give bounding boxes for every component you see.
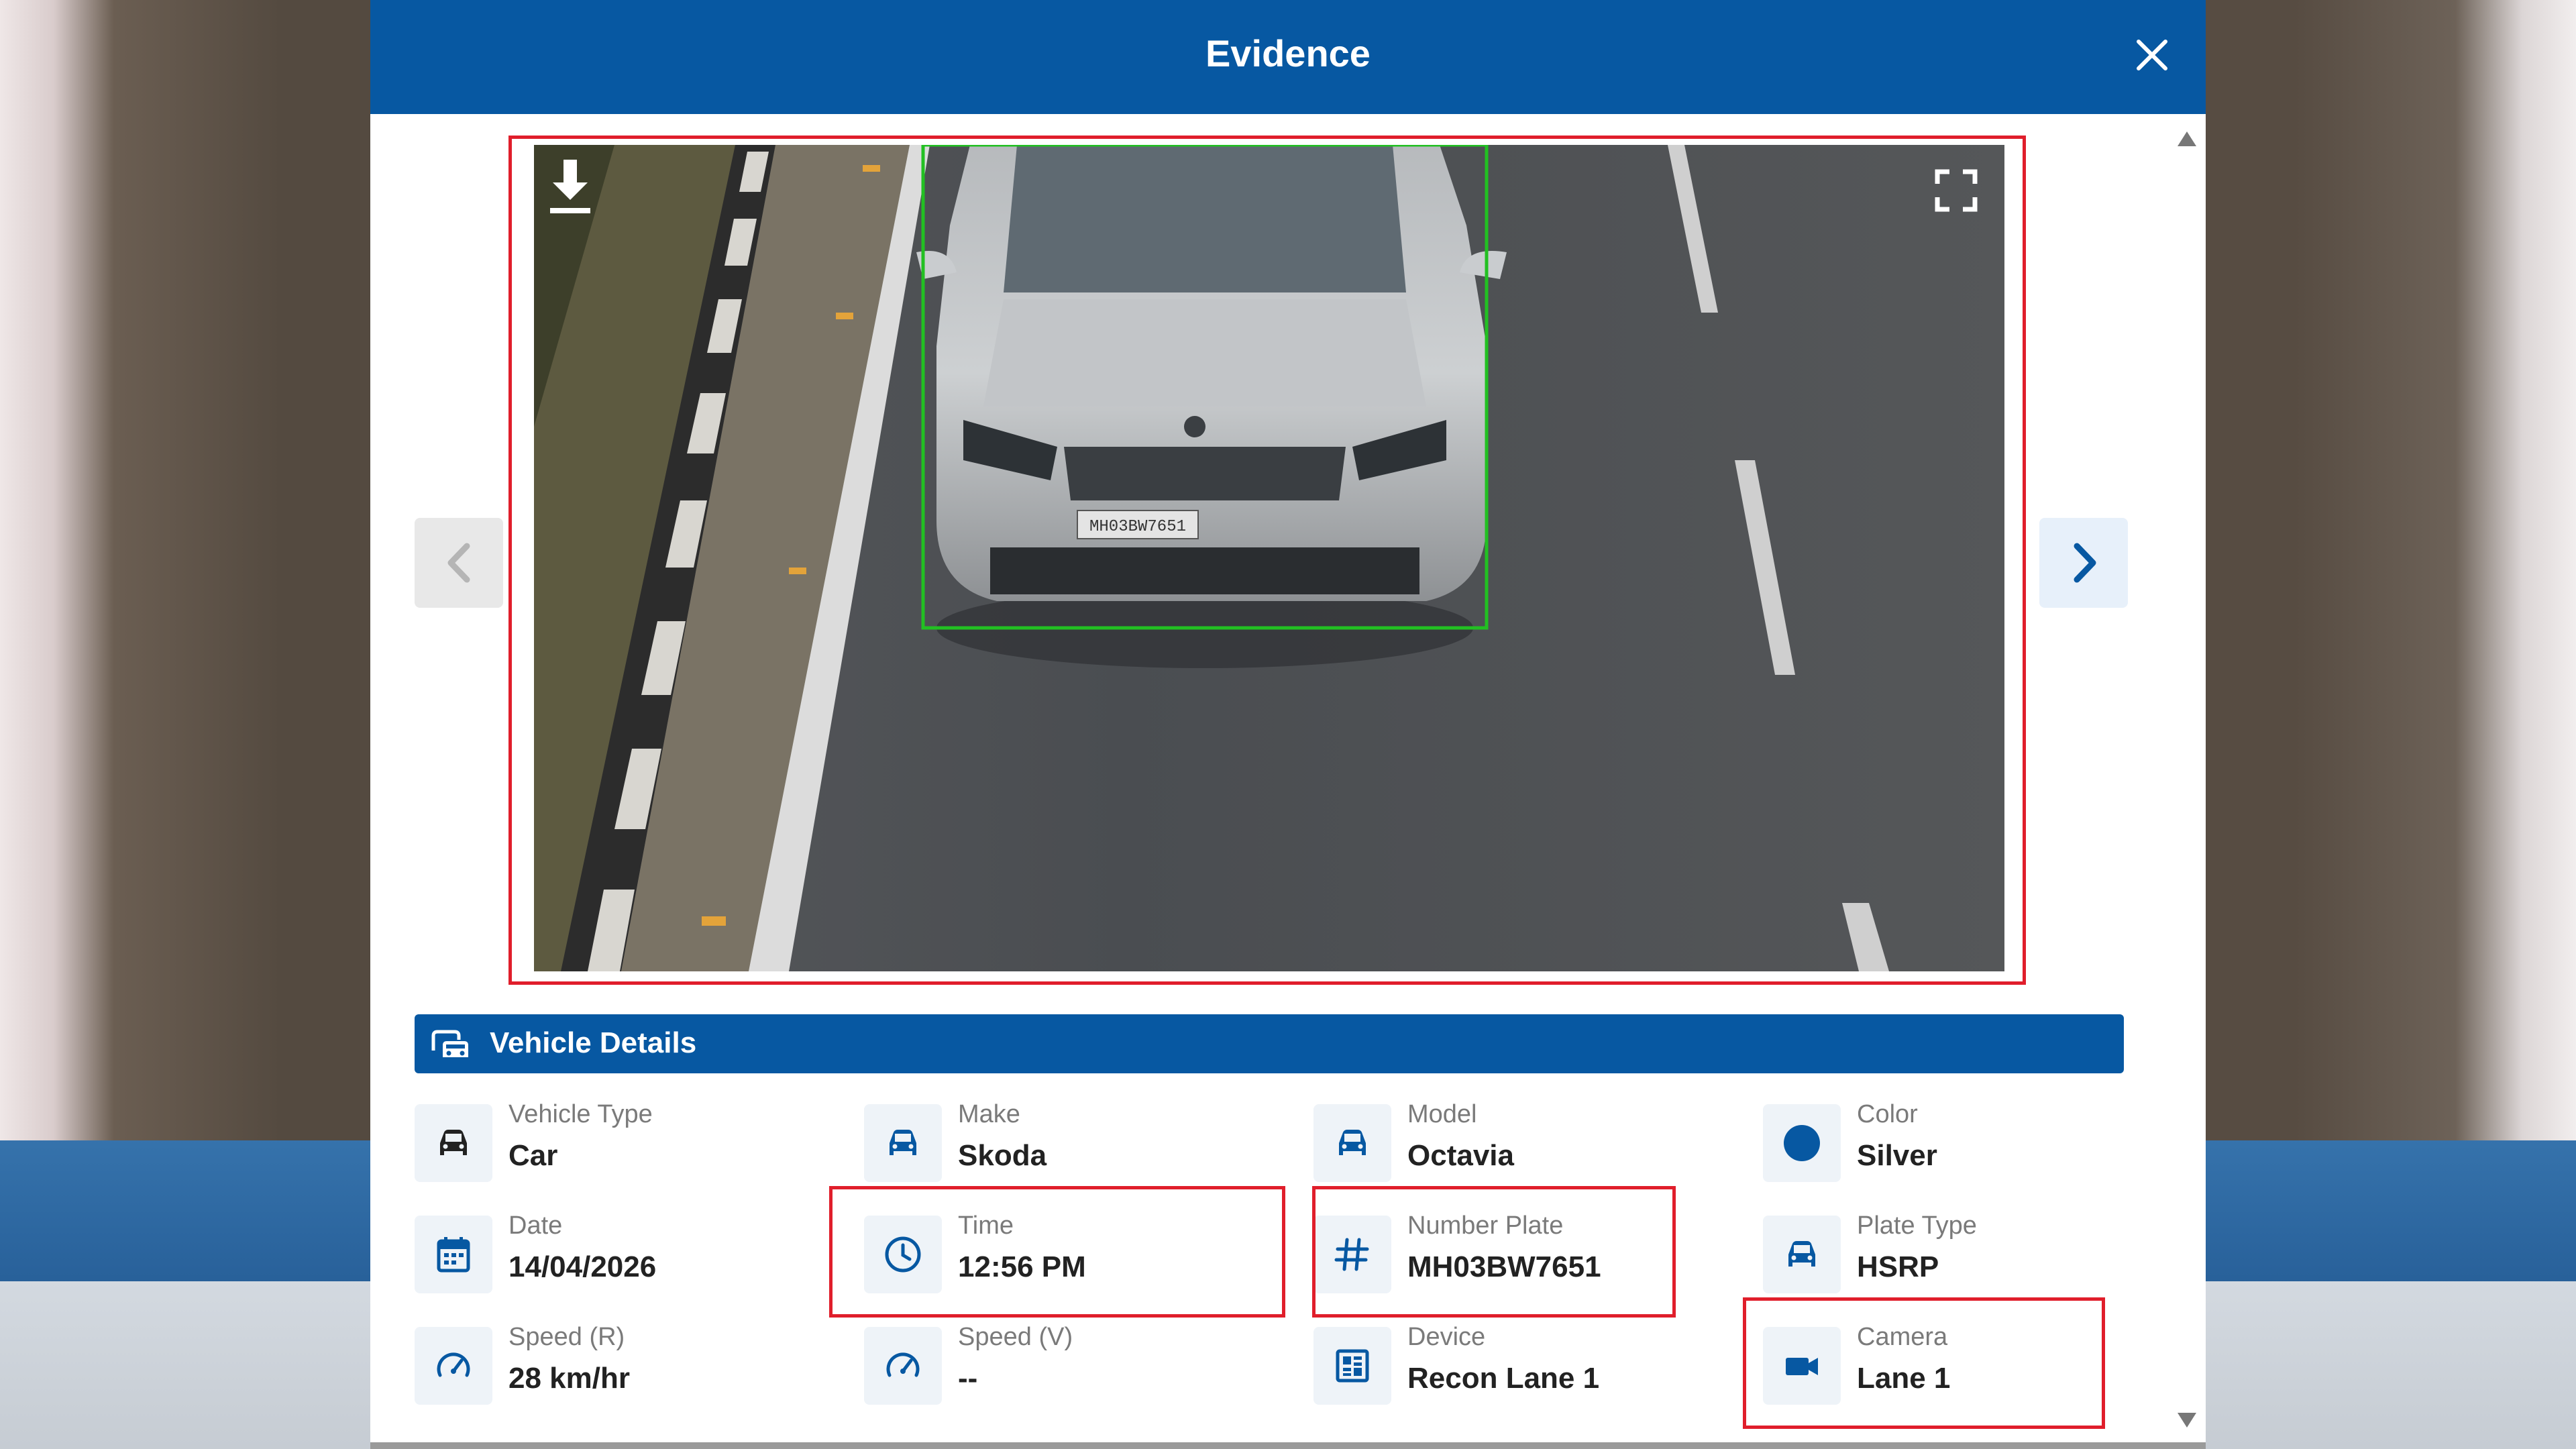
detail-label: Color [1857, 1100, 1918, 1128]
detail-plate-type: Plate Type HSRP [1763, 1212, 2179, 1293]
color-dot-icon [1784, 1125, 1820, 1161]
speedometer-icon-box [415, 1327, 492, 1405]
fullscreen-icon[interactable] [1935, 169, 1978, 212]
chevron-right-icon [2074, 543, 2096, 583]
section-title: Vehicle Details [490, 1026, 697, 1059]
car-front-icon-box [864, 1104, 942, 1182]
chevron-left-icon [447, 543, 470, 583]
car-icon-box [415, 1104, 492, 1182]
evidence-image: MH03BW7651 [534, 145, 2004, 971]
car-front-icon-box [1313, 1104, 1391, 1182]
device-icon [1336, 1349, 1369, 1383]
detail-label: Model [1407, 1100, 1477, 1128]
detail-label: Speed (V) [958, 1323, 1073, 1351]
detail-value: -- [958, 1362, 978, 1395]
car-front-icon [1339, 1130, 1366, 1155]
detail-device: Device Recon Lane 1 [1313, 1323, 1729, 1405]
detail-value: Octavia [1407, 1139, 1514, 1172]
detail-label: Make [958, 1100, 1020, 1128]
speedometer-icon-box [864, 1327, 942, 1405]
speedometer-icon [437, 1352, 470, 1377]
detail-value: Skoda [958, 1139, 1047, 1172]
detail-value: 14/04/2026 [508, 1250, 657, 1283]
detail-model: Model Octavia [1313, 1100, 1729, 1182]
detail-color: Color Silver [1763, 1100, 2179, 1182]
next-image-button[interactable] [2039, 518, 2128, 608]
detail-value: Car [508, 1139, 558, 1172]
calendar-icon-box [415, 1216, 492, 1293]
car-front-icon [890, 1130, 916, 1155]
modal-bottom-border [370, 1442, 2206, 1449]
detail-make: Make Skoda [864, 1100, 1280, 1182]
scroll-up-arrow[interactable] [2178, 131, 2196, 146]
detail-label: Device [1407, 1323, 1486, 1351]
color-dot-icon-box [1763, 1104, 1841, 1182]
detail-vehicle-type: Vehicle Type Car [415, 1100, 830, 1182]
camera-highlight [1743, 1297, 2105, 1429]
detail-label: Vehicle Type [508, 1100, 653, 1128]
time-highlight [829, 1186, 1285, 1318]
scroll-down-arrow[interactable] [2178, 1413, 2196, 1428]
close-icon[interactable] [2131, 34, 2174, 76]
car-icon [440, 1130, 467, 1155]
number-plate-highlight [1312, 1186, 1676, 1318]
detail-label: Date [508, 1212, 563, 1240]
car-front-icon-box [1763, 1216, 1841, 1293]
calendar-icon [437, 1237, 470, 1273]
modal-title: Evidence [1205, 32, 1371, 74]
speedometer-icon [886, 1352, 920, 1377]
detail-value: Recon Lane 1 [1407, 1362, 1600, 1395]
detail-value: Silver [1857, 1139, 1937, 1172]
detail-value: HSRP [1857, 1250, 1939, 1283]
car-front-icon [1788, 1241, 1815, 1267]
detail-value: 28 km/hr [508, 1362, 630, 1395]
detail-speed-r: Speed (R) 28 km/hr [415, 1323, 830, 1405]
device-icon-box [1313, 1327, 1391, 1405]
detail-date: Date 14/04/2026 [415, 1212, 830, 1293]
evidence-modal: Evidence MH03BW7651 Vehicle Details Vehi… [370, 0, 2206, 1449]
detail-speed-v: Speed (V) -- [864, 1323, 1280, 1405]
previous-image-button[interactable] [415, 518, 503, 608]
vehicles-icon [431, 1030, 468, 1057]
detail-label: Plate Type [1857, 1212, 1977, 1240]
detail-label: Speed (R) [508, 1323, 625, 1351]
plate-text-in-photo: MH03BW7651 [1089, 518, 1186, 536]
modal-header: Evidence [370, 0, 2206, 114]
download-icon[interactable] [546, 157, 594, 216]
vehicle-details-header: Vehicle Details [415, 1014, 2124, 1073]
